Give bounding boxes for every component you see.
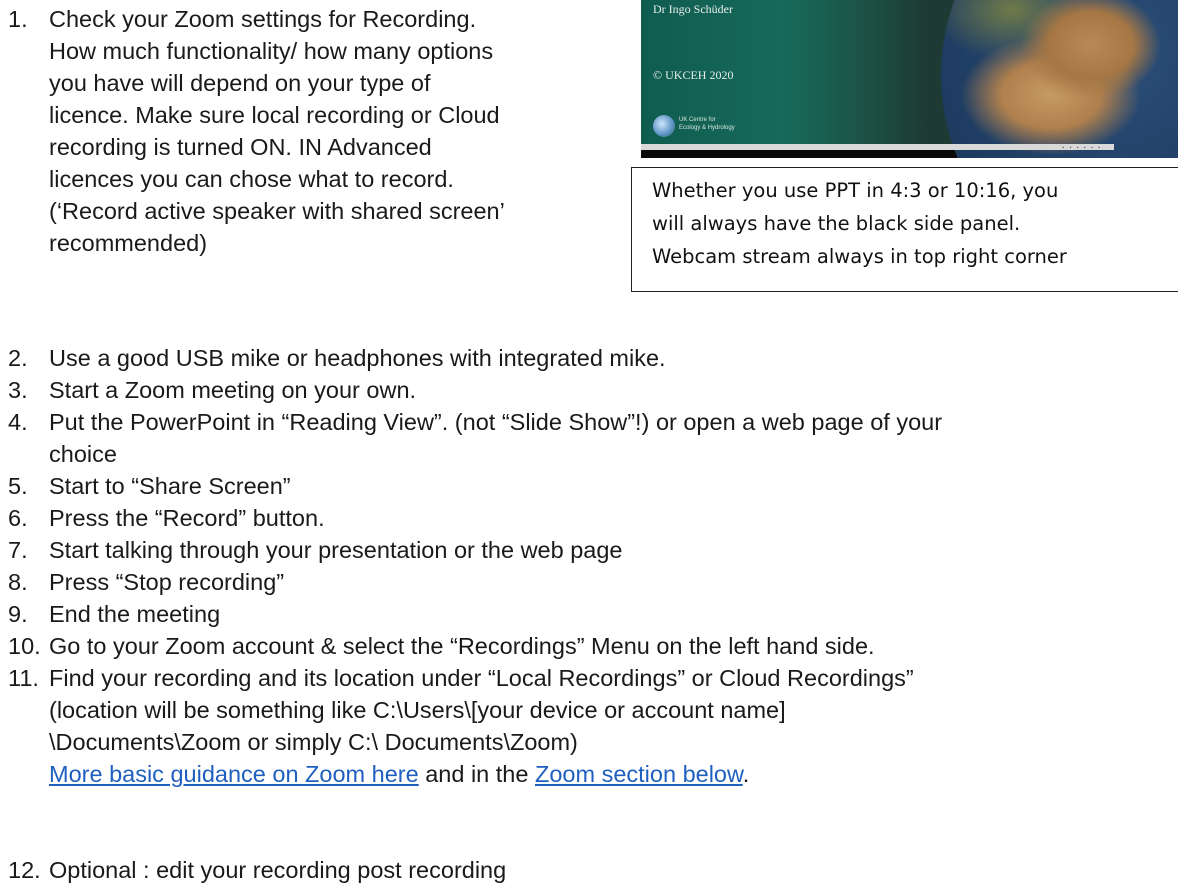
item-number: 11.	[8, 665, 39, 691]
item-number: 1.	[8, 6, 28, 32]
caption-line: Webcam stream always in top right corner	[652, 245, 1067, 268]
item-text: Start talking through your presentation …	[49, 537, 623, 563]
slide-status-bar	[641, 144, 1114, 150]
document-page: Dr Ingo Schüder © UKCEH 2020 UK Centre f…	[0, 0, 1178, 890]
item-text: Press “Stop recording”	[49, 569, 285, 595]
caption-line: will always have the black side panel.	[652, 212, 1021, 235]
slide-preview: Dr Ingo Schüder © UKCEH 2020 UK Centre f…	[641, 0, 1178, 158]
item-text: Optional : edit your recording post reco…	[49, 857, 507, 883]
item-number: 10.	[8, 633, 41, 659]
ukceh-logo-icon	[653, 115, 675, 137]
item-text: Use a good USB mike or headphones with i…	[49, 345, 666, 371]
slide-logo-text: UK Centre for Ecology & Hydrology	[679, 117, 735, 131]
slide-status-icons: ▪ ▪ ▪ ▪ ▪ ▪	[1062, 145, 1102, 151]
item-number: 12.	[8, 857, 41, 883]
item-text: Check your Zoom settings for Recording. …	[49, 6, 505, 256]
item-text: Press the “Record” button.	[49, 505, 325, 531]
item-number: 6.	[8, 505, 28, 531]
item-number: 4.	[8, 409, 28, 435]
item-number: 8.	[8, 569, 28, 595]
item-number: 9.	[8, 601, 28, 627]
item-number: 5.	[8, 473, 28, 499]
item-text: Find your recording and its location und…	[49, 665, 914, 787]
link-connector-text: and in the	[418, 761, 535, 787]
item-number: 7.	[8, 537, 28, 563]
item-text: Start a Zoom meeting on your own.	[49, 377, 417, 403]
item-text: Put the PowerPoint in “Reading View”. (n…	[49, 409, 943, 467]
item-text: End the meeting	[49, 601, 221, 627]
presentation-screenshot: Dr Ingo Schüder © UKCEH 2020 UK Centre f…	[641, 0, 1178, 158]
item-number: 3.	[8, 377, 28, 403]
item-number: 2.	[8, 345, 28, 371]
caption-box: Whether you use PPT in 4:3 or 10:16, you…	[631, 167, 1178, 292]
zoom-guidance-link[interactable]: More basic guidance on Zoom here	[49, 761, 419, 787]
earth-globe-image	[941, 0, 1178, 158]
item-text: Go to your Zoom account & select the “Re…	[49, 633, 875, 659]
zoom-section-link[interactable]: Zoom section below	[535, 761, 743, 787]
caption-line: Whether you use PPT in 4:3 or 10:16, you	[652, 179, 1059, 202]
slide-copyright: © UKCEH 2020	[653, 68, 734, 82]
slide-author: Dr Ingo Schüder	[653, 2, 733, 16]
item-text: Start to “Share Screen”	[49, 473, 291, 499]
sentence-end: .	[742, 761, 750, 787]
